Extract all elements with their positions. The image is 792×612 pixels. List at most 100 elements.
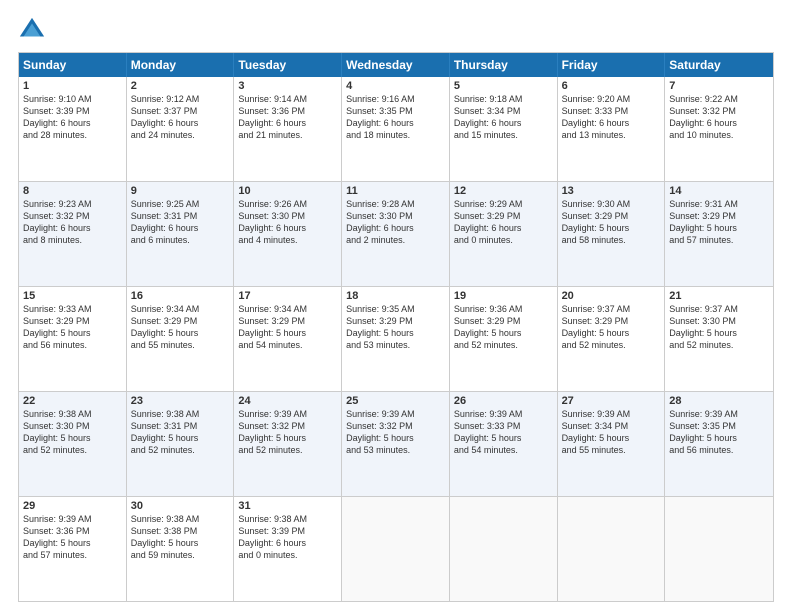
day-number: 22 bbox=[23, 395, 122, 407]
cell-info: Sunrise: 9:10 AM Sunset: 3:39 PM Dayligh… bbox=[23, 93, 122, 142]
day-number: 18 bbox=[346, 290, 445, 302]
day-number: 6 bbox=[562, 80, 661, 92]
calendar-header-cell: Saturday bbox=[665, 53, 773, 77]
calendar-header-cell: Monday bbox=[127, 53, 235, 77]
day-number: 13 bbox=[562, 185, 661, 197]
logo-icon bbox=[18, 16, 46, 44]
cell-info: Sunrise: 9:14 AM Sunset: 3:36 PM Dayligh… bbox=[238, 93, 337, 142]
day-number: 20 bbox=[562, 290, 661, 302]
cell-info: Sunrise: 9:25 AM Sunset: 3:31 PM Dayligh… bbox=[131, 198, 230, 247]
day-number: 15 bbox=[23, 290, 122, 302]
calendar-cell: 6Sunrise: 9:20 AM Sunset: 3:33 PM Daylig… bbox=[558, 77, 666, 181]
calendar-cell: 13Sunrise: 9:30 AM Sunset: 3:29 PM Dayli… bbox=[558, 182, 666, 286]
calendar-cell: 7Sunrise: 9:22 AM Sunset: 3:32 PM Daylig… bbox=[665, 77, 773, 181]
calendar-cell: 5Sunrise: 9:18 AM Sunset: 3:34 PM Daylig… bbox=[450, 77, 558, 181]
cell-info: Sunrise: 9:36 AM Sunset: 3:29 PM Dayligh… bbox=[454, 303, 553, 352]
cell-info: Sunrise: 9:33 AM Sunset: 3:29 PM Dayligh… bbox=[23, 303, 122, 352]
day-number: 24 bbox=[238, 395, 337, 407]
cell-info: Sunrise: 9:28 AM Sunset: 3:30 PM Dayligh… bbox=[346, 198, 445, 247]
cell-info: Sunrise: 9:35 AM Sunset: 3:29 PM Dayligh… bbox=[346, 303, 445, 352]
day-number: 11 bbox=[346, 185, 445, 197]
calendar-cell: 11Sunrise: 9:28 AM Sunset: 3:30 PM Dayli… bbox=[342, 182, 450, 286]
calendar-cell: 9Sunrise: 9:25 AM Sunset: 3:31 PM Daylig… bbox=[127, 182, 235, 286]
calendar-cell: 24Sunrise: 9:39 AM Sunset: 3:32 PM Dayli… bbox=[234, 392, 342, 496]
calendar-row: 22Sunrise: 9:38 AM Sunset: 3:30 PM Dayli… bbox=[19, 392, 773, 497]
calendar-cell: 23Sunrise: 9:38 AM Sunset: 3:31 PM Dayli… bbox=[127, 392, 235, 496]
day-number: 5 bbox=[454, 80, 553, 92]
calendar-row: 1Sunrise: 9:10 AM Sunset: 3:39 PM Daylig… bbox=[19, 77, 773, 182]
day-number: 30 bbox=[131, 500, 230, 512]
cell-info: Sunrise: 9:31 AM Sunset: 3:29 PM Dayligh… bbox=[669, 198, 769, 247]
day-number: 21 bbox=[669, 290, 769, 302]
day-number: 14 bbox=[669, 185, 769, 197]
calendar-cell: 14Sunrise: 9:31 AM Sunset: 3:29 PM Dayli… bbox=[665, 182, 773, 286]
day-number: 3 bbox=[238, 80, 337, 92]
calendar-cell: 12Sunrise: 9:29 AM Sunset: 3:29 PM Dayli… bbox=[450, 182, 558, 286]
calendar-cell: 27Sunrise: 9:39 AM Sunset: 3:34 PM Dayli… bbox=[558, 392, 666, 496]
day-number: 17 bbox=[238, 290, 337, 302]
cell-info: Sunrise: 9:16 AM Sunset: 3:35 PM Dayligh… bbox=[346, 93, 445, 142]
calendar-header-cell: Thursday bbox=[450, 53, 558, 77]
cell-info: Sunrise: 9:18 AM Sunset: 3:34 PM Dayligh… bbox=[454, 93, 553, 142]
day-number: 19 bbox=[454, 290, 553, 302]
calendar-cell: 15Sunrise: 9:33 AM Sunset: 3:29 PM Dayli… bbox=[19, 287, 127, 391]
cell-info: Sunrise: 9:38 AM Sunset: 3:39 PM Dayligh… bbox=[238, 513, 337, 562]
cell-info: Sunrise: 9:38 AM Sunset: 3:31 PM Dayligh… bbox=[131, 408, 230, 457]
calendar-row: 29Sunrise: 9:39 AM Sunset: 3:36 PM Dayli… bbox=[19, 497, 773, 601]
calendar-cell: 29Sunrise: 9:39 AM Sunset: 3:36 PM Dayli… bbox=[19, 497, 127, 601]
cell-info: Sunrise: 9:12 AM Sunset: 3:37 PM Dayligh… bbox=[131, 93, 230, 142]
day-number: 4 bbox=[346, 80, 445, 92]
cell-info: Sunrise: 9:39 AM Sunset: 3:36 PM Dayligh… bbox=[23, 513, 122, 562]
cell-info: Sunrise: 9:39 AM Sunset: 3:35 PM Dayligh… bbox=[669, 408, 769, 457]
page: SundayMondayTuesdayWednesdayThursdayFrid… bbox=[0, 0, 792, 612]
calendar-cell: 19Sunrise: 9:36 AM Sunset: 3:29 PM Dayli… bbox=[450, 287, 558, 391]
cell-info: Sunrise: 9:37 AM Sunset: 3:30 PM Dayligh… bbox=[669, 303, 769, 352]
cell-info: Sunrise: 9:26 AM Sunset: 3:30 PM Dayligh… bbox=[238, 198, 337, 247]
calendar-cell: 21Sunrise: 9:37 AM Sunset: 3:30 PM Dayli… bbox=[665, 287, 773, 391]
calendar-cell: 26Sunrise: 9:39 AM Sunset: 3:33 PM Dayli… bbox=[450, 392, 558, 496]
calendar-cell: 30Sunrise: 9:38 AM Sunset: 3:38 PM Dayli… bbox=[127, 497, 235, 601]
cell-info: Sunrise: 9:34 AM Sunset: 3:29 PM Dayligh… bbox=[238, 303, 337, 352]
calendar-cell: 18Sunrise: 9:35 AM Sunset: 3:29 PM Dayli… bbox=[342, 287, 450, 391]
cell-info: Sunrise: 9:29 AM Sunset: 3:29 PM Dayligh… bbox=[454, 198, 553, 247]
day-number: 12 bbox=[454, 185, 553, 197]
cell-info: Sunrise: 9:37 AM Sunset: 3:29 PM Dayligh… bbox=[562, 303, 661, 352]
day-number: 28 bbox=[669, 395, 769, 407]
cell-info: Sunrise: 9:20 AM Sunset: 3:33 PM Dayligh… bbox=[562, 93, 661, 142]
day-number: 7 bbox=[669, 80, 769, 92]
logo bbox=[18, 16, 50, 44]
day-number: 27 bbox=[562, 395, 661, 407]
calendar-cell: 16Sunrise: 9:34 AM Sunset: 3:29 PM Dayli… bbox=[127, 287, 235, 391]
calendar-cell: 8Sunrise: 9:23 AM Sunset: 3:32 PM Daylig… bbox=[19, 182, 127, 286]
day-number: 23 bbox=[131, 395, 230, 407]
calendar-cell bbox=[450, 497, 558, 601]
cell-info: Sunrise: 9:22 AM Sunset: 3:32 PM Dayligh… bbox=[669, 93, 769, 142]
calendar-cell bbox=[342, 497, 450, 601]
calendar-header-cell: Friday bbox=[558, 53, 666, 77]
calendar-row: 15Sunrise: 9:33 AM Sunset: 3:29 PM Dayli… bbox=[19, 287, 773, 392]
cell-info: Sunrise: 9:39 AM Sunset: 3:32 PM Dayligh… bbox=[238, 408, 337, 457]
day-number: 16 bbox=[131, 290, 230, 302]
calendar-cell: 28Sunrise: 9:39 AM Sunset: 3:35 PM Dayli… bbox=[665, 392, 773, 496]
cell-info: Sunrise: 9:39 AM Sunset: 3:34 PM Dayligh… bbox=[562, 408, 661, 457]
calendar-cell: 31Sunrise: 9:38 AM Sunset: 3:39 PM Dayli… bbox=[234, 497, 342, 601]
calendar-cell: 17Sunrise: 9:34 AM Sunset: 3:29 PM Dayli… bbox=[234, 287, 342, 391]
day-number: 10 bbox=[238, 185, 337, 197]
day-number: 2 bbox=[131, 80, 230, 92]
calendar-header: SundayMondayTuesdayWednesdayThursdayFrid… bbox=[19, 53, 773, 77]
day-number: 31 bbox=[238, 500, 337, 512]
calendar-cell: 22Sunrise: 9:38 AM Sunset: 3:30 PM Dayli… bbox=[19, 392, 127, 496]
calendar-cell: 20Sunrise: 9:37 AM Sunset: 3:29 PM Dayli… bbox=[558, 287, 666, 391]
calendar-body: 1Sunrise: 9:10 AM Sunset: 3:39 PM Daylig… bbox=[19, 77, 773, 601]
day-number: 29 bbox=[23, 500, 122, 512]
calendar-cell: 25Sunrise: 9:39 AM Sunset: 3:32 PM Dayli… bbox=[342, 392, 450, 496]
day-number: 26 bbox=[454, 395, 553, 407]
calendar-cell: 1Sunrise: 9:10 AM Sunset: 3:39 PM Daylig… bbox=[19, 77, 127, 181]
calendar-cell: 3Sunrise: 9:14 AM Sunset: 3:36 PM Daylig… bbox=[234, 77, 342, 181]
header bbox=[18, 16, 774, 44]
calendar: SundayMondayTuesdayWednesdayThursdayFrid… bbox=[18, 52, 774, 602]
day-number: 25 bbox=[346, 395, 445, 407]
day-number: 1 bbox=[23, 80, 122, 92]
day-number: 9 bbox=[131, 185, 230, 197]
calendar-cell: 10Sunrise: 9:26 AM Sunset: 3:30 PM Dayli… bbox=[234, 182, 342, 286]
